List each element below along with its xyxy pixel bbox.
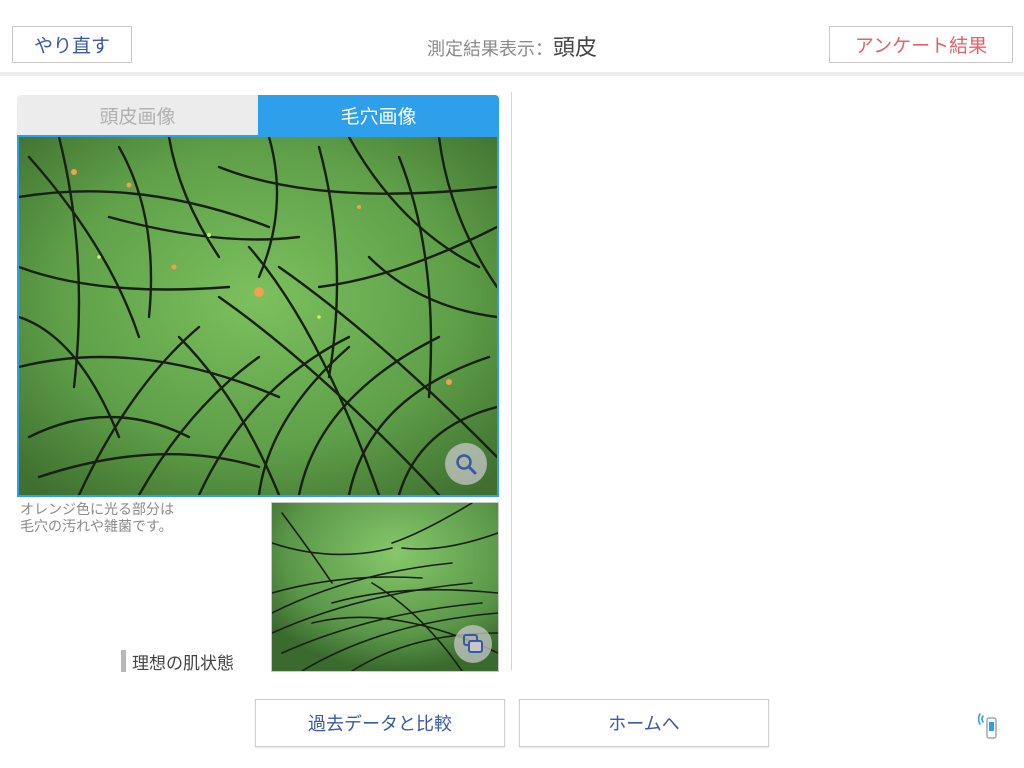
- image-swap-icon: [463, 634, 483, 653]
- tab-scalp-image[interactable]: 頭皮画像: [17, 95, 258, 135]
- page-title-main: 頭皮: [552, 36, 597, 61]
- pore-image[interactable]: [17, 135, 499, 497]
- survey-results-button[interactable]: アンケート結果: [829, 26, 1013, 63]
- compare-past-data-button[interactable]: 過去データと比較: [255, 699, 505, 747]
- ideal-image[interactable]: [271, 502, 499, 672]
- zoom-button[interactable]: [445, 443, 487, 485]
- page-title-prefix: 測定結果表示：: [426, 39, 553, 60]
- image-caption: オレンジ色に光る部分は 毛穴の汚れや雑菌です。: [20, 502, 260, 536]
- device-signal-icon: [978, 713, 997, 739]
- header-divider: [0, 72, 1024, 76]
- header-bar: やり直す 測定結果表示：頭皮 アンケート結果: [0, 0, 1024, 72]
- home-button[interactable]: ホームへ: [519, 699, 769, 747]
- vertical-divider: [511, 92, 512, 670]
- caption-line-2: 毛穴の汚れや雑菌です。: [20, 519, 173, 535]
- ideal-state-text: 理想の肌状態: [132, 653, 234, 674]
- magnifier-icon: [456, 454, 477, 475]
- swap-image-button[interactable]: [454, 625, 492, 663]
- tab-pore-image[interactable]: 毛穴画像: [258, 95, 499, 135]
- ideal-state-label: 理想の肌状態: [121, 650, 234, 674]
- caption-line-1: オレンジ色に光る部分は: [20, 502, 174, 518]
- label-marker: [121, 650, 126, 672]
